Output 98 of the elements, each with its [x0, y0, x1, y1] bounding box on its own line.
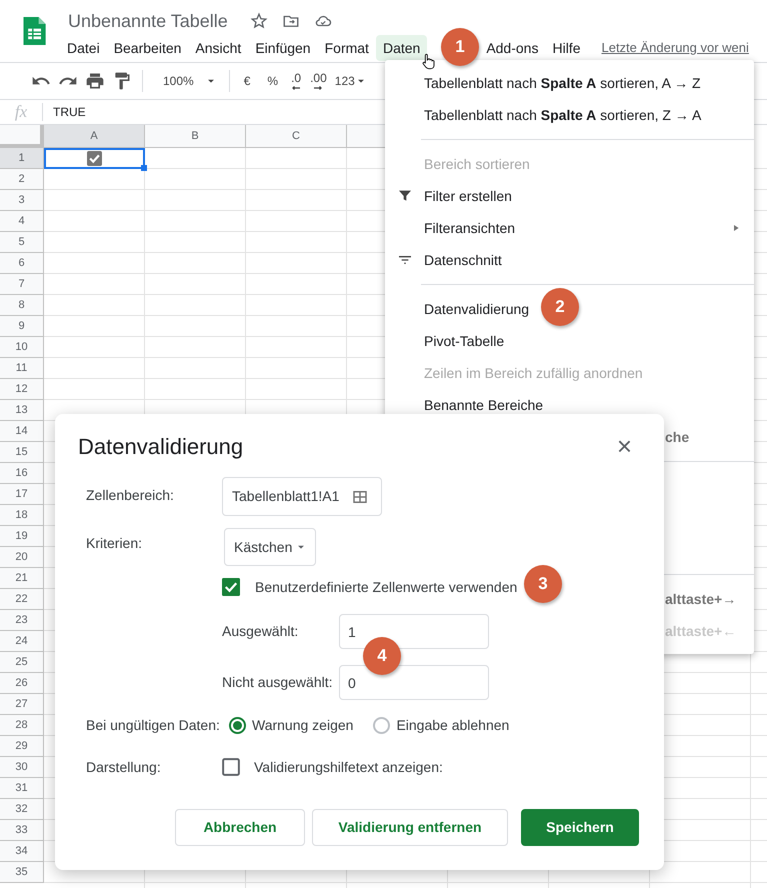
dialog-button[interactable]: Abbrechen [175, 809, 305, 846]
star-icon[interactable] [250, 12, 268, 30]
fx-label: fx [14, 101, 28, 124]
field-label: Darstellung: [86, 758, 162, 777]
row-header[interactable]: 21 [0, 568, 44, 589]
row-header[interactable]: 17 [0, 484, 44, 505]
radio-button[interactable] [373, 716, 390, 734]
field-label: Kriterien: [86, 534, 144, 553]
print-icon[interactable] [85, 71, 105, 91]
checkbox-label: Validierungshilfetext anzeigen: [254, 758, 443, 777]
row-header[interactable]: 13 [0, 400, 44, 421]
row-header[interactable]: 30 [0, 757, 44, 778]
row-header[interactable]: 34 [0, 841, 44, 862]
checkbox[interactable] [222, 758, 240, 776]
row-header[interactable]: 24 [0, 631, 44, 652]
menu-item[interactable]: Filteransichten [424, 218, 516, 238]
menu-item[interactable]: Datenvalidierung [424, 298, 530, 320]
field-label: Zellenbereich: [86, 486, 175, 505]
decrease-decimals-button[interactable]: .0 [290, 68, 302, 94]
row-header[interactable]: 14 [0, 421, 44, 442]
row-header[interactable]: 27 [0, 694, 44, 715]
dialog-button[interactable]: Validierung entfernen [312, 809, 508, 846]
table-cell[interactable] [44, 148, 145, 169]
last-edit-link[interactable]: Letzte Änderung vor weni [601, 38, 749, 58]
menu-item[interactable]: Hilfe [545, 35, 588, 61]
field-label: Ausgewählt: [222, 622, 300, 641]
row-header[interactable]: 4 [0, 211, 44, 232]
row-header[interactable]: 18 [0, 505, 44, 526]
close-button[interactable]: × [616, 433, 632, 459]
column-header[interactable]: B [145, 125, 246, 148]
menu-item[interactable]: Pivot-Tabelle [424, 330, 504, 352]
row-header[interactable]: 11 [0, 358, 44, 379]
checkbox-label: Benutzerdefinierte Zellenwerte verwenden [255, 578, 518, 596]
row-header[interactable]: 19 [0, 526, 44, 547]
increase-decimals-button[interactable]: .00 [309, 68, 328, 94]
checkbox[interactable] [222, 578, 240, 596]
row-header[interactable]: 12 [0, 379, 44, 400]
row-header[interactable]: 3 [0, 190, 44, 211]
row-header[interactable]: 31 [0, 778, 44, 799]
menu-item[interactable]: Filter erstellen [424, 186, 512, 206]
left-arrow-icon [291, 85, 302, 91]
radio-button[interactable] [229, 716, 246, 734]
menu-item[interactable]: Datei [60, 35, 107, 61]
column-header[interactable]: A [44, 125, 145, 148]
row-header[interactable]: 10 [0, 337, 44, 358]
row-header[interactable]: 22 [0, 589, 44, 610]
menu-item[interactable]: alttaste+→ [665, 588, 736, 610]
field-label: Nicht ausgewählt: [222, 673, 334, 692]
dialog-button[interactable]: Speichern [521, 809, 639, 846]
radio-label: Eingabe ablehnen [396, 716, 510, 735]
zoom-dropdown[interactable]: 100% [153, 72, 220, 90]
row-header[interactable]: 25 [0, 652, 44, 673]
row-header[interactable]: 16 [0, 463, 44, 484]
row-header[interactable]: 2 [0, 169, 44, 190]
currency-button[interactable]: € [238, 72, 256, 90]
cell-range-field[interactable]: Tabellenblatt1!A1 [222, 477, 382, 516]
checkbox[interactable] [87, 151, 102, 166]
menu-item[interactable]: Add-ons [479, 35, 546, 61]
document-title[interactable]: Unbenannte Tabelle [68, 12, 228, 30]
row-header[interactable]: 33 [0, 820, 44, 841]
menu-item[interactable]: Bearbeiten [106, 35, 188, 61]
row-header[interactable]: 20 [0, 547, 44, 568]
row-header[interactable]: 8 [0, 295, 44, 316]
input-field[interactable]: 1 [339, 614, 489, 649]
percent-button[interactable]: % [262, 72, 284, 90]
formula-input[interactable]: TRUE [53, 103, 86, 121]
input-field[interactable]: 0 [339, 665, 489, 700]
menu-item[interactable]: Format [318, 35, 376, 61]
menu-item[interactable]: Einfügen [248, 35, 318, 61]
right-arrow-icon [313, 85, 324, 91]
row-header[interactable]: 35 [0, 862, 44, 883]
step-badge: 1 [441, 28, 479, 66]
menu-item[interactable]: Tabellenblatt nach Spalte A sortieren, Z → A [424, 104, 702, 126]
row-header[interactable]: 6 [0, 253, 44, 274]
menu-item[interactable]: che [665, 426, 690, 448]
submenu-arrow-icon [732, 224, 740, 232]
menu-item[interactable]: Benannte Bereiche [424, 394, 544, 416]
row-header[interactable]: 1 [0, 148, 44, 169]
row-header[interactable]: 15 [0, 442, 44, 463]
row-header[interactable]: 5 [0, 232, 44, 253]
menu-item[interactable]: Ansicht [188, 35, 248, 61]
menu-item[interactable]: Daten [376, 35, 428, 61]
menu-item[interactable]: Tabellenblatt nach Spalte A sortieren, A → Z [424, 72, 701, 94]
criteria-dropdown[interactable]: Kästchen [224, 528, 316, 566]
row-header[interactable]: 32 [0, 799, 44, 820]
fill-handle[interactable] [141, 165, 147, 171]
row-header[interactable]: 26 [0, 673, 44, 694]
field-label: Bei ungültigen Daten: [86, 716, 221, 735]
row-header[interactable]: 28 [0, 715, 44, 736]
row-header[interactable]: 9 [0, 316, 44, 337]
dialog-title: Datenvalidierung [78, 432, 244, 461]
radio-label: Warnung zeigen [252, 716, 354, 735]
row-header[interactable]: 29 [0, 736, 44, 757]
row-header[interactable]: 23 [0, 610, 44, 631]
row-header[interactable]: 7 [0, 274, 44, 295]
menu-item[interactable]: Datenschnitt [424, 250, 502, 270]
column-header[interactable]: C [246, 125, 347, 148]
number-format-dropdown[interactable]: 123 [334, 72, 366, 90]
